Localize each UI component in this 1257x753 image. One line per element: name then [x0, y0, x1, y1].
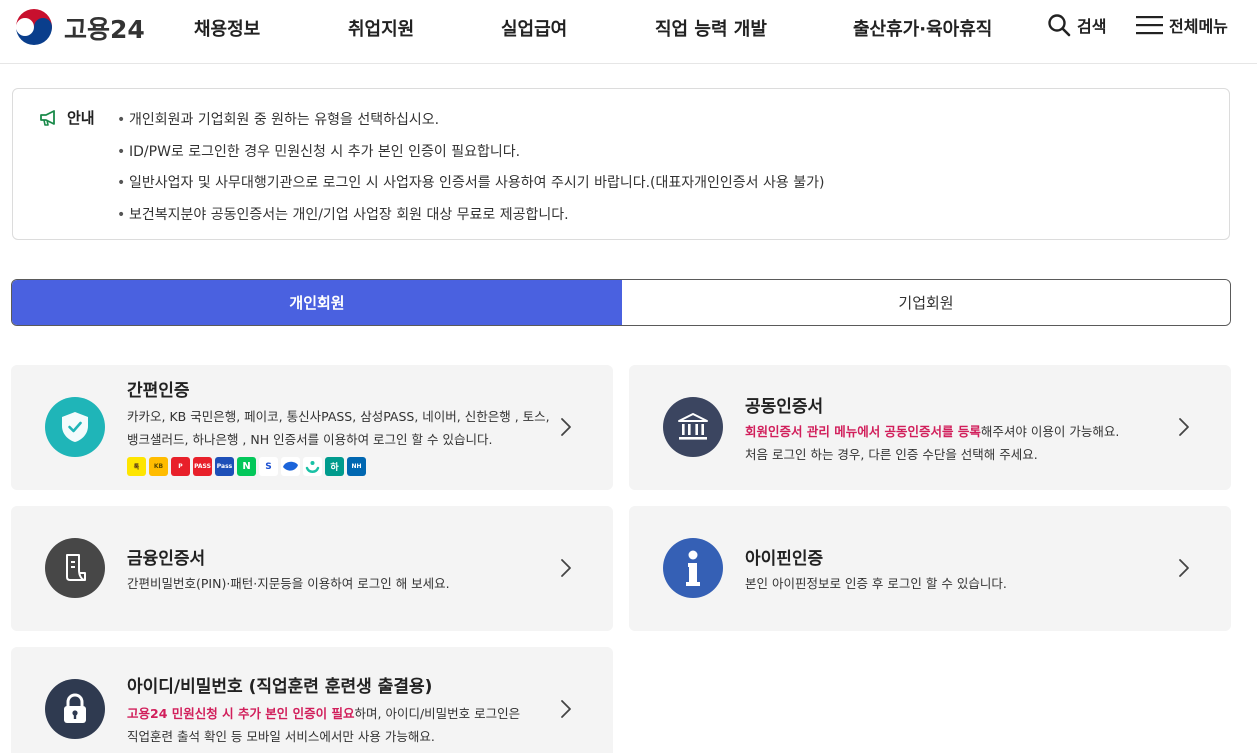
card-description-line: 본인 아이핀정보로 인증 후 로그인 할 수 있습니다.	[745, 576, 1007, 591]
taegeuk-logo-icon	[13, 7, 55, 49]
hamburger-menu-icon	[1136, 16, 1163, 35]
nh-icon: NH	[347, 457, 366, 476]
login-card-id-password[interactable]: 아이디/비밀번호 (직업훈련 훈련생 출결용) 고용24 민원신청 시 추가 본…	[11, 647, 613, 753]
shield-icon	[45, 397, 105, 457]
lock-icon	[45, 679, 105, 739]
info-icon	[663, 538, 723, 598]
login-card-financial-certificate[interactable]: 금융인증서 간편비밀번호(PIN)·패턴·지문등을 이용하여 로그인 해 보세요…	[11, 506, 613, 631]
tab-personal-member[interactable]: 개인회원	[12, 280, 622, 325]
all-menu-button[interactable]: 전체메뉴	[1136, 13, 1228, 37]
card-title: 금융인증서	[127, 549, 206, 569]
pass-icon: PASS	[193, 457, 212, 476]
chevron-right-icon	[1179, 559, 1189, 577]
naver-icon: N	[237, 457, 256, 476]
nav-item-vocational-training[interactable]: 직업 능력 개발	[655, 15, 767, 41]
samsung-pass-icon: Pass	[215, 457, 234, 476]
notice-label: 안내	[67, 109, 95, 127]
kakao-icon: 톡	[127, 457, 146, 476]
bank-building-icon	[663, 397, 723, 457]
card-title: 아이핀인증	[745, 549, 824, 569]
chevron-right-icon	[561, 559, 571, 577]
highlight-text: 고용24 민원신청 시 추가 본인 인증이 필요	[127, 706, 355, 721]
site-header: 고용24 채용정보 취업지원 실업급여 직업 능력 개발 출산휴가·육아휴직 검…	[0, 0, 1257, 64]
search-button[interactable]: 검색	[1047, 13, 1106, 37]
notice-heading: 안내	[39, 107, 95, 128]
login-card-ipin[interactable]: 아이핀인증 본인 아이핀정보로 인증 후 로그인 할 수 있습니다.	[629, 506, 1231, 631]
search-label: 검색	[1077, 17, 1107, 36]
megaphone-icon	[40, 109, 55, 126]
card-description-line: 간편비밀번호(PIN)·패턴·지문등을 이용하여 로그인 해 보세요.	[127, 576, 450, 591]
banksalad-icon	[303, 457, 322, 476]
card-description-line: 뱅크샐러드, 하나은행 , NH 인증서를 이용하여 로그인 할 수 있습니다.	[127, 432, 493, 447]
nav-item-employment-support[interactable]: 취업지원	[348, 15, 414, 41]
description-text: 하며, 아이디/비밀번호 로그인은	[354, 706, 521, 721]
kb-bank-icon: KB	[149, 457, 168, 476]
nav-item-parental-leave[interactable]: 출산휴가·육아휴직	[853, 15, 992, 41]
chevron-right-icon	[561, 418, 571, 436]
card-description-line: 직업훈련 출석 확인 등 모바일 서비스에서만 사용 가능해요.	[127, 729, 435, 744]
member-type-tabs: 개인회원 기업회원	[11, 279, 1231, 326]
card-description-line: 카카오, KB 국민은행, 페이코, 통신사PASS, 삼성PASS, 네이버,…	[127, 409, 550, 424]
logo-text: 고용24	[64, 15, 145, 44]
chevron-right-icon	[1179, 418, 1189, 436]
notice-item: ID/PW로 로그인한 경우 민원신청 시 추가 본인 인증이 필요합니다.	[117, 137, 824, 169]
card-description-line: 고용24 민원신청 시 추가 본인 인증이 필요하며, 아이디/비밀번호 로그인…	[127, 702, 520, 725]
nav-item-jobs[interactable]: 채용정보	[194, 15, 260, 41]
login-card-simple-auth[interactable]: 간편인증 카카오, KB 국민은행, 페이코, 통신사PASS, 삼성PASS,…	[11, 365, 613, 490]
card-title: 간편인증	[127, 381, 190, 401]
document-icon	[45, 538, 105, 598]
search-icon	[1048, 14, 1071, 37]
notice-box: 안내 개인회원과 기업회원 중 원하는 유형을 선택하십시오. ID/PW로 로…	[12, 88, 1230, 240]
notice-item: 보건복지분야 공동인증서는 개인/기업 사업장 회원 대상 무료로 제공합니다.	[117, 200, 824, 232]
highlight-text: 회원인증서 관리 메뉴에서 공동인증서를 등록	[745, 424, 981, 439]
card-title: 아이디/비밀번호 (직업훈련 훈련생 출결용)	[127, 677, 433, 697]
payco-icon: P	[171, 457, 190, 476]
notice-item: 개인회원과 기업회원 중 원하는 유형을 선택하십시오.	[117, 105, 824, 137]
login-card-joint-certificate[interactable]: 공동인증서 회원인증서 관리 메뉴에서 공동인증서를 등록해주셔야 이용이 가능…	[629, 365, 1231, 490]
logo-link[interactable]: 고용24	[12, 6, 145, 50]
tab-business-member[interactable]: 기업회원	[622, 280, 1230, 325]
nav-item-unemployment-benefits[interactable]: 실업급여	[501, 15, 567, 41]
toss-icon	[281, 457, 300, 476]
description-text: 해주셔야 이용이 가능해요.	[980, 424, 1120, 439]
provider-badges: 톡 KB P PASS Pass N S 하 NH	[127, 457, 366, 476]
chevron-right-icon	[561, 700, 571, 718]
card-description-line: 처음 로그인 하는 경우, 다른 인증 수단을 선택해 주세요.	[745, 447, 1038, 462]
shinhan-icon: S	[259, 457, 278, 476]
card-title: 공동인증서	[745, 397, 824, 417]
notice-list: 개인회원과 기업회원 중 원하는 유형을 선택하십시오. ID/PW로 로그인한…	[117, 105, 824, 231]
all-menu-label: 전체메뉴	[1169, 17, 1228, 36]
hana-bank-icon: 하	[325, 457, 344, 476]
card-description-line: 회원인증서 관리 메뉴에서 공동인증서를 등록해주셔야 이용이 가능해요.	[745, 420, 1119, 443]
notice-item: 일반사업자 및 사무대행기관으로 로그인 시 사업자용 인증서를 사용하여 주시…	[117, 168, 824, 200]
